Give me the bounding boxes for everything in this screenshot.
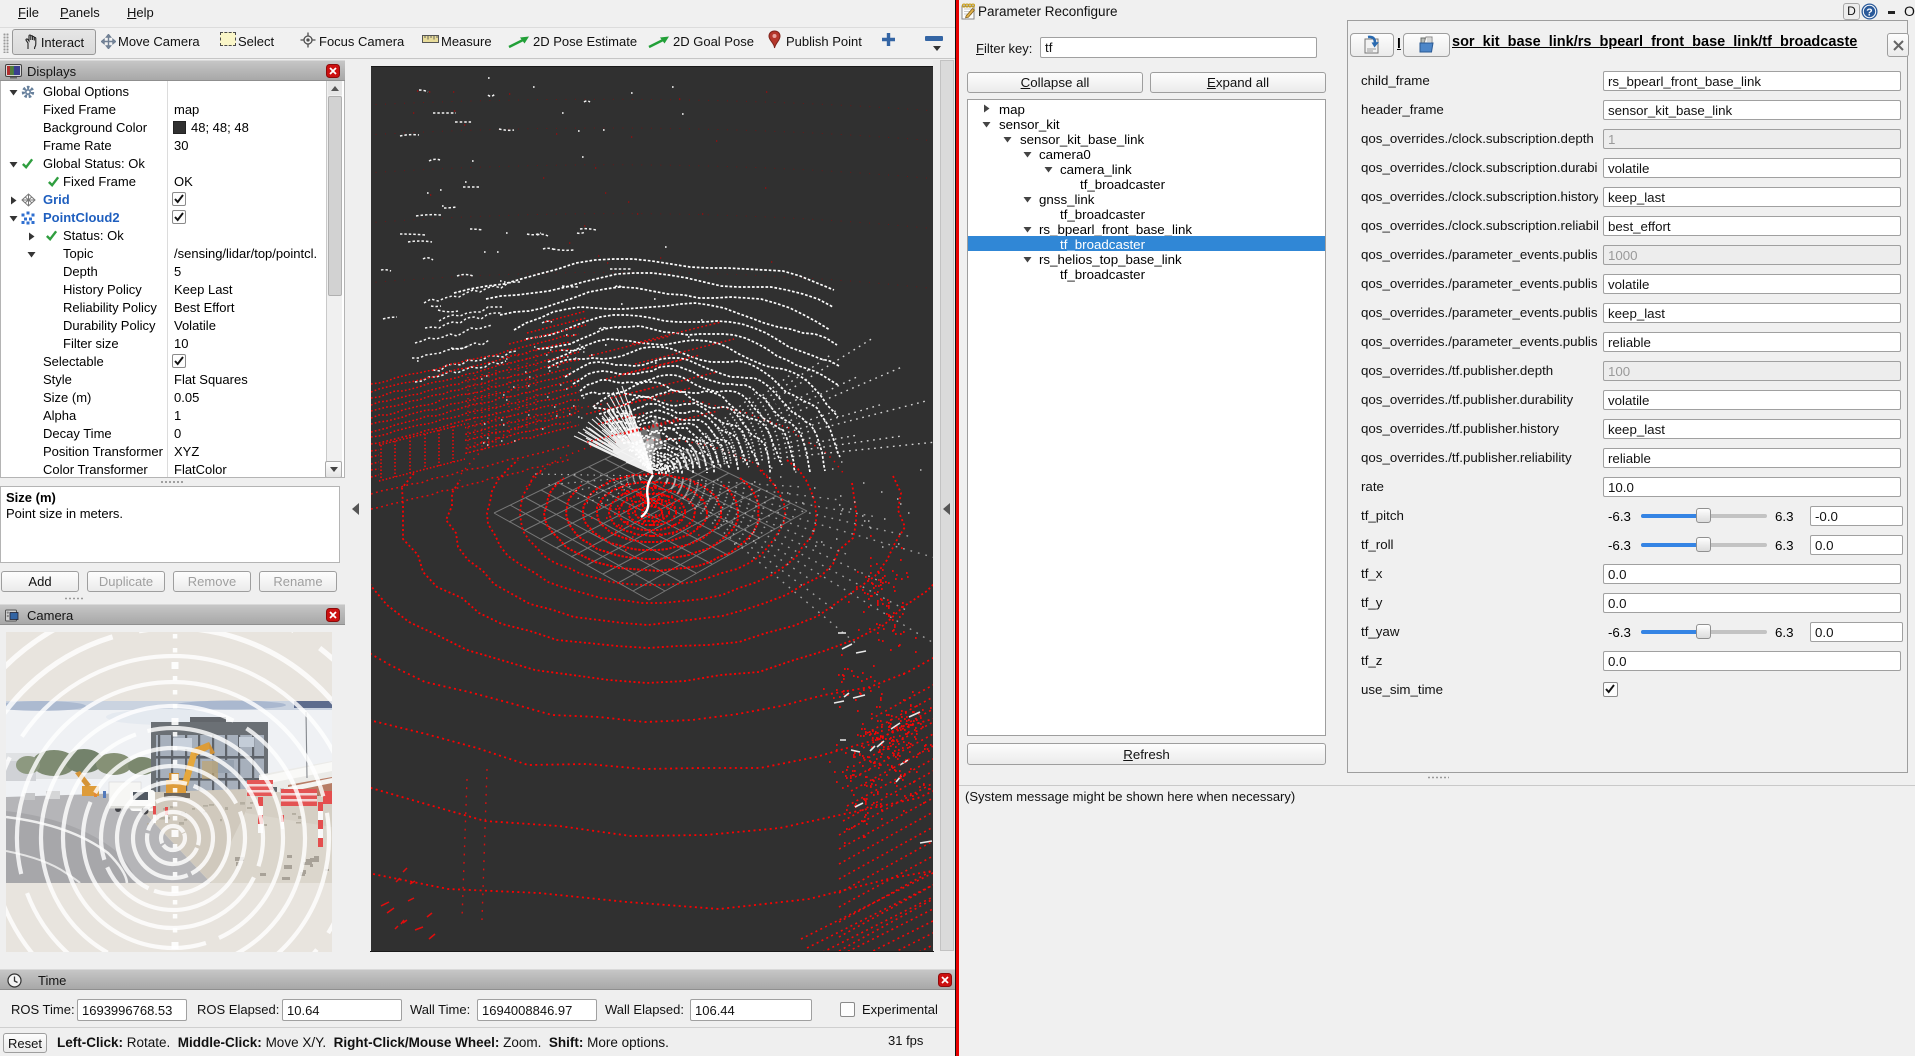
svg-text:?: ?	[1866, 7, 1872, 19]
